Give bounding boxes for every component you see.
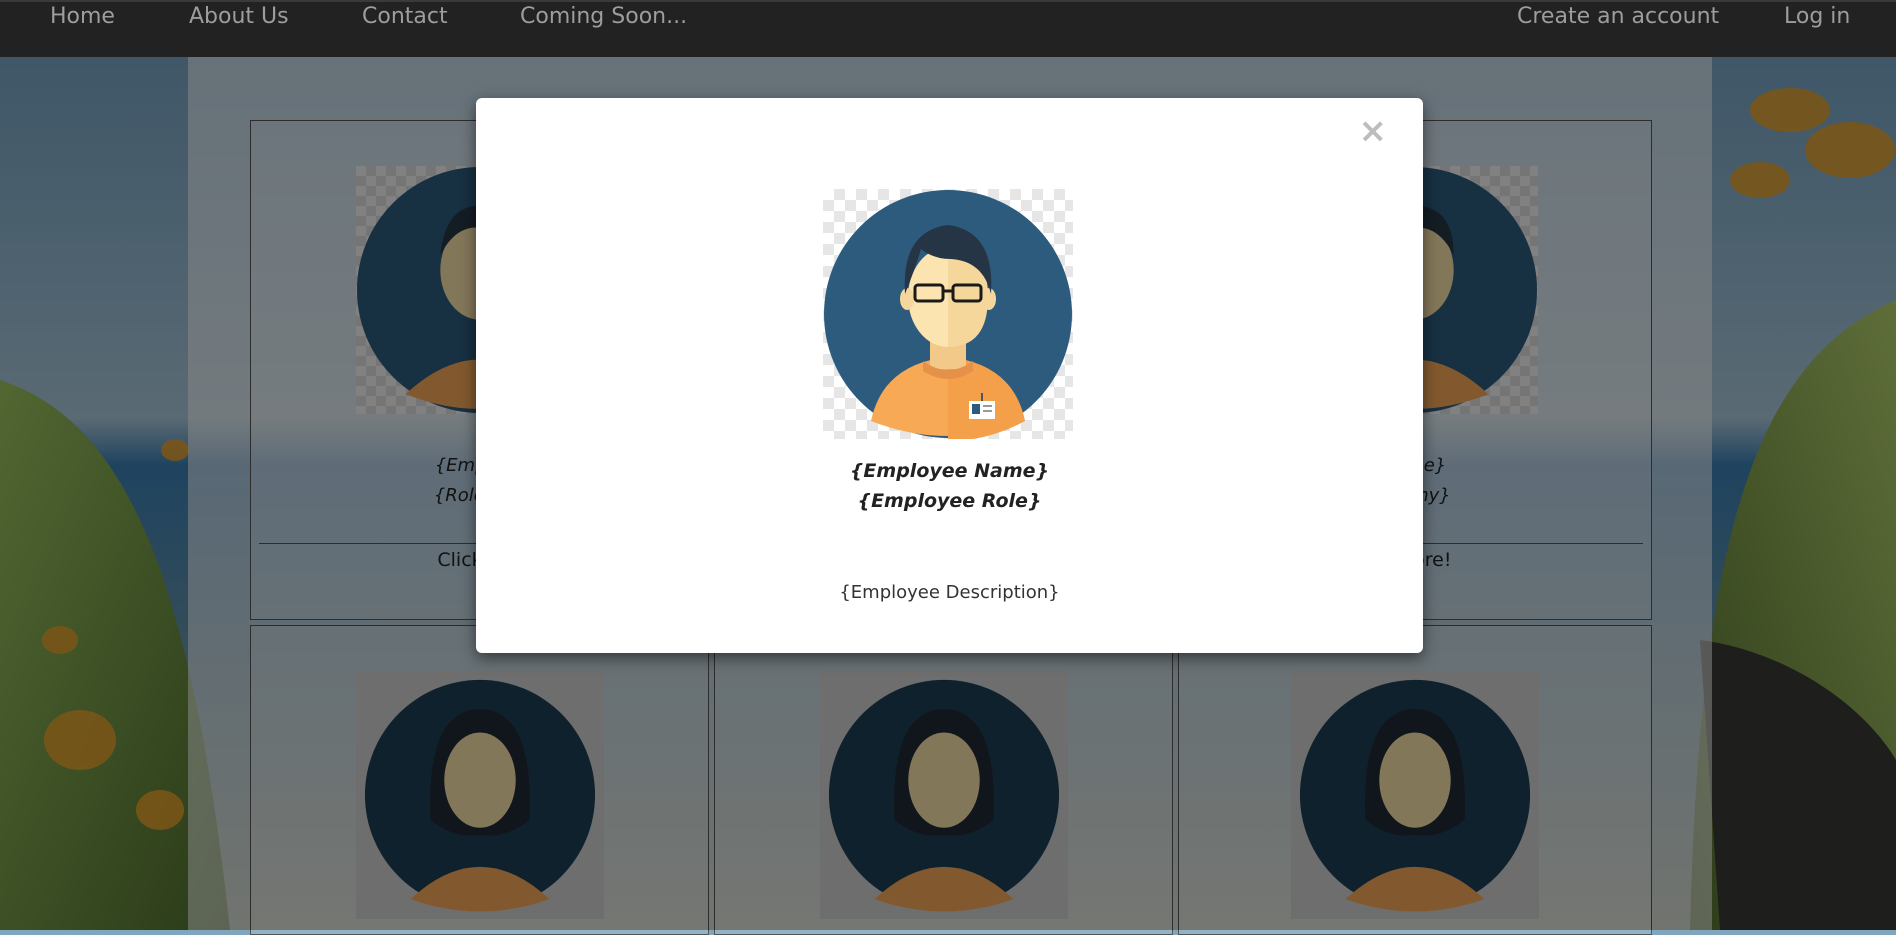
- nav-create-account-link[interactable]: Create an account: [1517, 2, 1719, 32]
- employee-modal: × {Employee Name} {Employee Role} {Emplo…: [476, 98, 1423, 653]
- modal-employee-description: {Employee Description}: [839, 582, 1060, 603]
- nav-contact-link[interactable]: Contact: [362, 2, 448, 32]
- nav-coming-soon-link[interactable]: Coming Soon...: [520, 2, 687, 32]
- top-navbar: Home About Us Contact Coming Soon... Cre…: [0, 0, 1896, 57]
- nav-about-us-link[interactable]: About Us: [189, 2, 289, 32]
- nav-login-link[interactable]: Log in: [1784, 2, 1850, 32]
- nav-home-link[interactable]: Home: [50, 2, 115, 32]
- male-employee-avatar-icon: [823, 189, 1073, 439]
- modal-employee-name: {Employee Name}: [849, 460, 1050, 482]
- close-icon[interactable]: ×: [1359, 114, 1388, 148]
- modal-employee-role: {Employee Role}: [857, 490, 1042, 512]
